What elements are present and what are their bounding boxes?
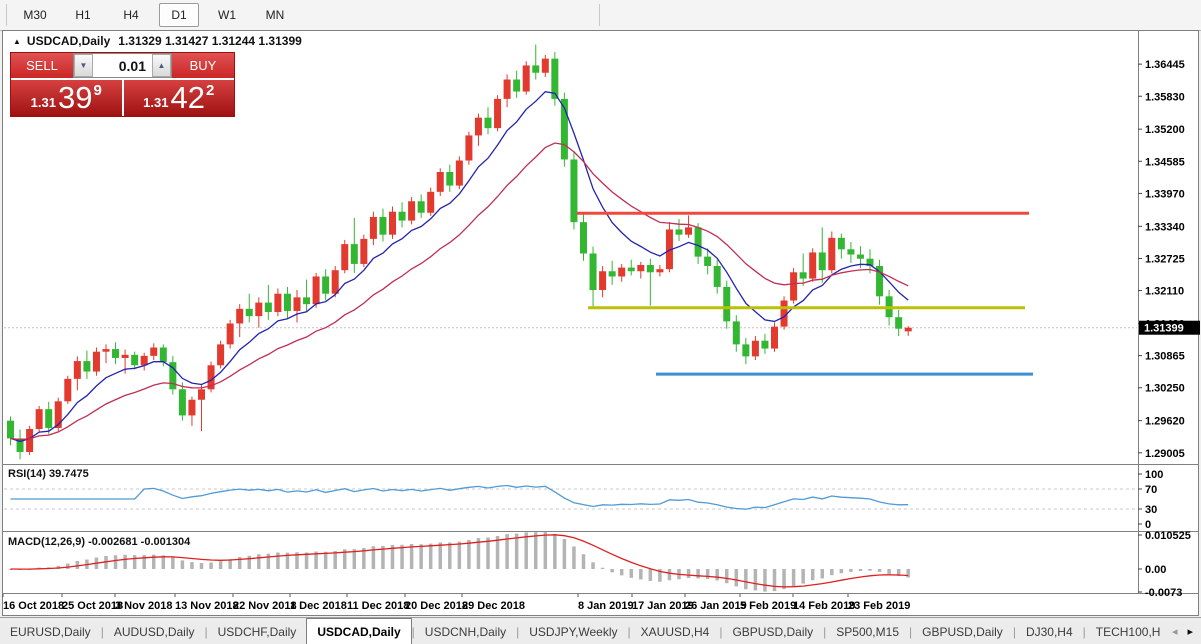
sell-price-sup: 9 [93, 82, 102, 99]
trade-panel-prices: 1.31 39 9 1.31 42 2 [11, 78, 234, 116]
chart-tab-sp500-m15[interactable]: SP500,M15 [826, 620, 909, 644]
chart-tab-xauusd-h4[interactable]: XAUUSD,H4 [631, 620, 720, 644]
chart-header: ▲ USDCAD,Daily 1.31329 1.31427 1.31244 1.3… [13, 34, 302, 48]
chart-tabs: EURUSD,Daily | AUDUSD,Daily | USDCHF,Daily US… [0, 618, 1164, 644]
timeframe-button-mn[interactable]: MN [255, 3, 295, 27]
chart-tab-usdcad-daily[interactable]: USDCAD,Daily [306, 618, 412, 644]
sell-price-prefix: 1.31 [30, 94, 56, 110]
volume-control: ▼ ▲ [73, 53, 172, 78]
toolbar-separator [6, 4, 7, 26]
trade-panel-top-row: SELL ▼ ▲ BUY [11, 53, 234, 78]
chart-tab-usdjpy-weekly[interactable]: USDJPY,Weekly [519, 620, 627, 644]
chart-tab-usdcnh-daily[interactable]: USDCNH,Daily [415, 620, 516, 644]
buy-price-prefix: 1.31 [143, 94, 169, 110]
sell-button[interactable]: SELL [11, 53, 73, 78]
chart-tab-gbpusd-daily[interactable]: GBPUSD,Daily [912, 620, 1013, 644]
volume-input[interactable] [93, 54, 152, 77]
chart-tab-dj30-h4[interactable]: DJ30,H4 [1016, 620, 1083, 644]
tab-scroll-arrows: ◂ ▸ [1164, 625, 1201, 638]
tabs-scroll-right-icon[interactable]: ▸ [1187, 625, 1193, 638]
collapse-triangle-icon[interactable]: ▲ [13, 37, 21, 46]
rsi-indicator-label: RSI(14) 39.7475 [8, 468, 89, 480]
tabs-scroll-left-icon[interactable]: ◂ [1172, 625, 1178, 638]
one-click-trading-panel: SELL ▼ ▲ BUY 1.31 39 9 1.31 42 2 [10, 52, 235, 117]
chart-window[interactable] [2, 30, 1199, 616]
chart-tab-gbpusd-daily[interactable]: GBPUSD,Daily [722, 620, 823, 644]
macd-indicator-label: MACD(12,26,9) -0.002681 -0.001304 [8, 536, 191, 548]
chart-tab-usdchf-daily[interactable]: USDCHF,Daily [208, 620, 307, 644]
buy-price-sup: 2 [205, 82, 215, 99]
sell-price-big: 39 [57, 80, 93, 116]
volume-decrease-button[interactable]: ▼ [74, 54, 93, 77]
toolbar-separator [599, 4, 600, 26]
chart-tab-tech100-h[interactable]: TECH100,H [1086, 620, 1164, 644]
buy-price-display[interactable]: 1.31 42 2 [123, 80, 234, 116]
volume-increase-button[interactable]: ▲ [152, 54, 171, 77]
timeframe-button-h4[interactable]: H4 [111, 3, 151, 27]
chart-symbol-label: USDCAD,Daily [26, 34, 111, 48]
buy-price-big: 42 [170, 80, 205, 116]
mt4-window: M30 H1 H4 D1 W1 MN 1.36445 1.35830 1.35200 1.345… [0, 0, 1201, 644]
chart-ohlc-values: 1.31329 1.31427 1.31244 1.31399 [118, 34, 302, 48]
chart-tab-bar: EURUSD,Daily | AUDUSD,Daily | USDCHF,Daily US… [0, 617, 1201, 644]
triangle-up-icon: ▲ [157, 60, 166, 70]
timeframe-button-d1[interactable]: D1 [159, 3, 199, 27]
timeframe-buttons: M30 H1 H4 D1 W1 MN [11, 3, 299, 27]
chart-tab-eurusd-daily[interactable]: EURUSD,Daily [0, 620, 101, 644]
timeframe-button-h1[interactable]: H1 [63, 3, 103, 27]
timeframe-toolbar: M30 H1 H4 D1 W1 MN [0, 0, 1201, 31]
triangle-down-icon: ▼ [79, 60, 88, 70]
timeframe-button-w1[interactable]: W1 [207, 3, 247, 27]
chart-tab-audusd-daily[interactable]: AUDUSD,Daily [104, 620, 205, 644]
timeframe-button-m30[interactable]: M30 [15, 3, 55, 27]
buy-button[interactable]: BUY [172, 53, 234, 78]
sell-price-display[interactable]: 1.31 39 9 [11, 80, 124, 116]
